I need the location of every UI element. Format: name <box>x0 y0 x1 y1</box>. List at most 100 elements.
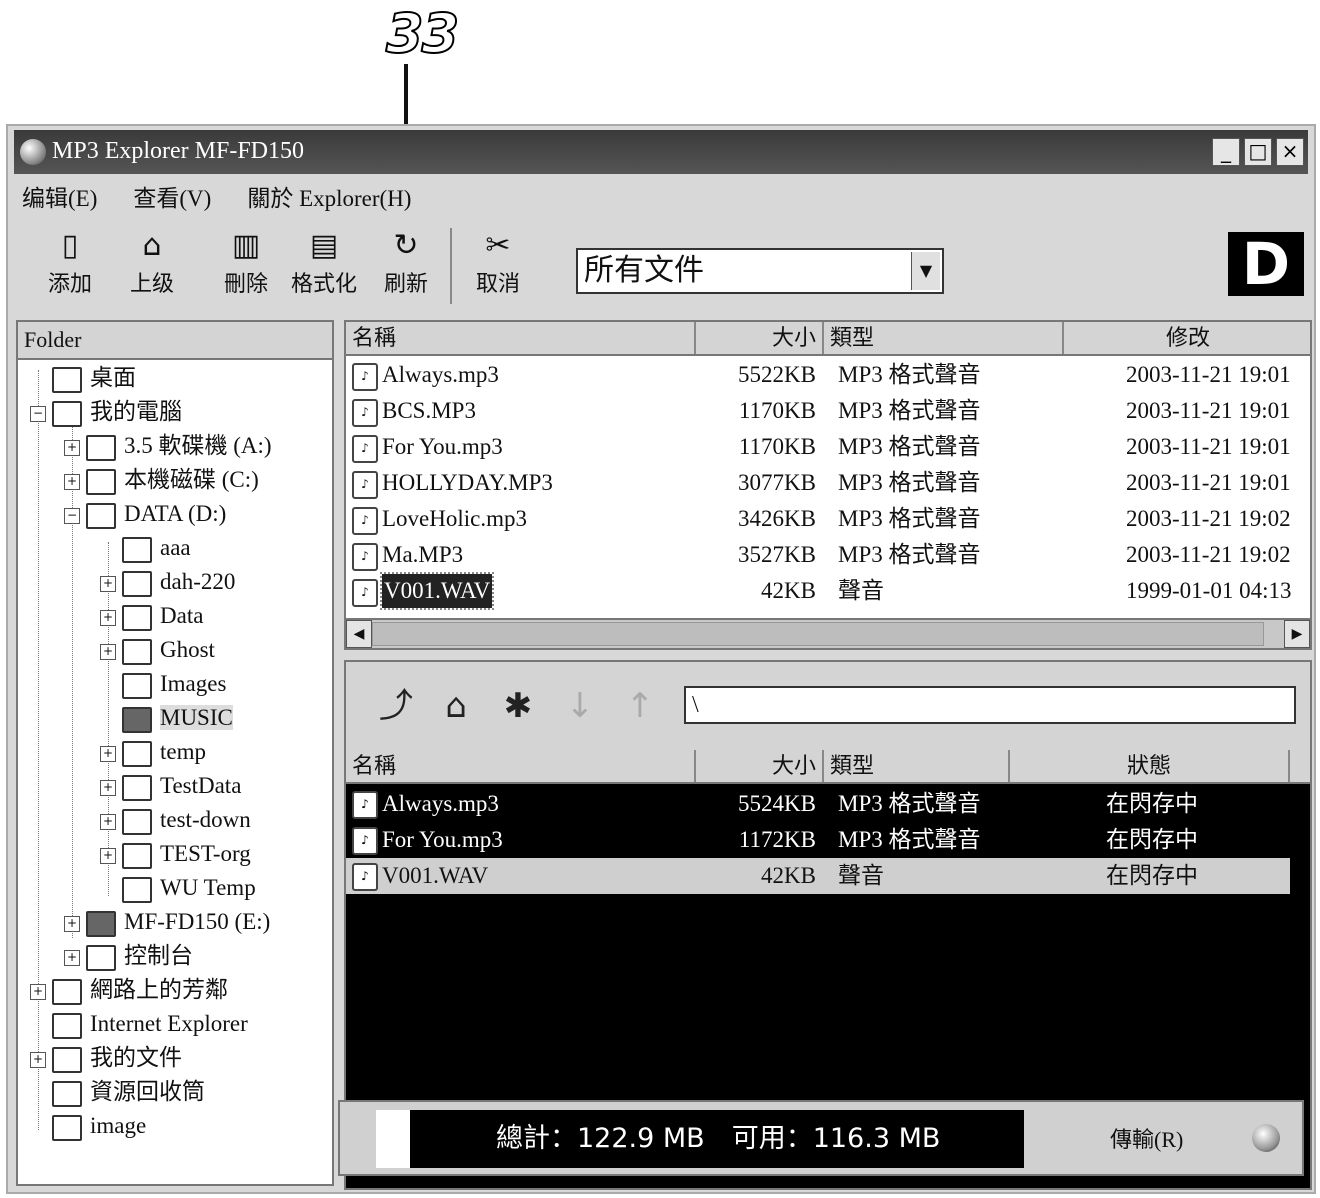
column-size[interactable]: 大小 <box>696 322 824 354</box>
expand-icon[interactable]: + <box>64 915 80 932</box>
audio-file-icon: ♪ <box>352 435 378 463</box>
expand-icon[interactable]: + <box>100 575 116 592</box>
tree-item-recycle-bin[interactable]: 資源回收筒 <box>52 1076 205 1108</box>
up-button[interactable]: ⌂ 上级 <box>114 228 190 308</box>
toolbar: ▯ 添加 ⌂ 上级 ▥ 刪除 ▤ 格式化 ↻ 刷新 ✂ 取消 所有文件 ▼ D <box>18 218 1308 314</box>
file-type: MP3 格式聲音 <box>838 362 981 387</box>
tree-item-ghost[interactable]: + Ghost <box>100 634 215 666</box>
drive-icon <box>86 502 116 529</box>
format-button[interactable]: ▤ 格式化 <box>286 228 362 308</box>
transfer-button[interactable]: 傳輸(R) <box>1110 1122 1183 1154</box>
network-icon <box>52 978 82 1005</box>
move-up-icon[interactable]: ↑ <box>618 684 662 728</box>
expand-icon[interactable]: + <box>30 1051 46 1068</box>
status-led-icon <box>1252 1124 1280 1152</box>
column-type[interactable]: 類型 <box>824 750 1010 782</box>
scroll-thumb[interactable] <box>372 622 1264 646</box>
expand-icon[interactable]: + <box>64 949 80 966</box>
tree-item-label: MF-FD150 (E:) <box>124 909 271 934</box>
horizontal-scrollbar[interactable]: ◀ ▶ <box>346 618 1310 648</box>
tree-item-temp[interactable]: + temp <box>100 736 206 768</box>
file-row[interactable]: ♪ BCS.MP3 1170KB MP3 格式聲音 2003-11-21 19:01 <box>346 394 1310 428</box>
file-row-selected[interactable]: ♪ V001.WAV 42KB 聲音 1999-01-01 04:13 <box>346 572 1310 610</box>
tree-item-floppy[interactable]: +3.5 軟碟機 (A:) <box>64 430 272 462</box>
tree-item-test-org[interactable]: + TEST-org <box>100 838 251 870</box>
minimize-button[interactable]: _ <box>1212 138 1240 166</box>
file-row[interactable]: ♪ HOLLYDAY.MP3 3077KB MP3 格式聲音 2003-11-21 19… <box>346 466 1310 500</box>
expand-icon[interactable]: + <box>30 983 46 1000</box>
menu-about[interactable]: 關於 Explorer(H) <box>243 179 415 213</box>
new-folder-icon[interactable]: ✱ <box>496 684 540 728</box>
tree-item-label: 本機磁碟 (C:) <box>124 467 259 492</box>
tree-item-image[interactable]: image <box>52 1110 146 1142</box>
audio-file-icon: ♪ <box>352 863 378 891</box>
tree-item-my-documents[interactable]: + 我的文件 <box>30 1042 182 1074</box>
tree-item-aaa[interactable]: aaa <box>122 532 191 564</box>
file-row[interactable]: ♪ Ma.MP3 3527KB MP3 格式聲音 2003-11-21 19:02 <box>346 538 1310 572</box>
scroll-left-icon[interactable]: ◀ <box>346 620 372 648</box>
tree-item-testdata[interactable]: + TestData <box>100 770 241 802</box>
tree-item-network[interactable]: + 網路上的芳鄰 <box>30 974 228 1006</box>
tree-item-control-panel[interactable]: + 控制台 <box>64 940 193 972</box>
title-bar[interactable]: MP3 Explorer MF-FD150 _ □ × <box>14 130 1308 174</box>
device-file-row[interactable]: ♪ For You.mp3 1172KB MP3 格式聲音 在閃存中 <box>346 822 1290 858</box>
expand-icon[interactable]: + <box>100 779 116 796</box>
tree-item-drive-c[interactable]: + 本機磁碟 (C:) <box>64 464 259 496</box>
tree-item-my-computer[interactable]: − 我的電腦 <box>30 396 182 428</box>
tree-item-label: 桌面 <box>90 365 136 390</box>
delete-button[interactable]: ▥ 刪除 <box>208 228 284 308</box>
expand-icon[interactable]: + <box>64 473 80 490</box>
tree-item-dah-220[interactable]: + dah-220 <box>100 566 235 598</box>
tree-item-drive-d[interactable]: − DATA (D:) <box>64 498 226 530</box>
file-row[interactable]: ♪ Always.mp3 5522KB MP3 格式聲音 2003-11-21 19:0… <box>346 358 1310 392</box>
maximize-button[interactable]: □ <box>1244 138 1272 166</box>
tree-item-label: TEST-org <box>160 841 251 866</box>
file-type: MP3 格式聲音 <box>838 506 981 531</box>
file-type-select[interactable]: 所有文件 ▼ <box>576 248 944 294</box>
expand-icon[interactable]: + <box>100 847 116 864</box>
chevron-down-icon[interactable]: ▼ <box>911 252 940 290</box>
scroll-right-icon[interactable]: ▶ <box>1284 620 1310 648</box>
expand-icon[interactable]: + <box>100 643 116 660</box>
add-button[interactable]: ▯ 添加 <box>32 228 108 308</box>
home-icon[interactable]: ⌂ <box>434 684 478 728</box>
cancel-button[interactable]: ✂ 取消 <box>460 228 536 308</box>
tree-item-test-down[interactable]: + test-down <box>100 804 251 836</box>
tree-item-drive-e[interactable]: + MF-FD150 (E:) <box>64 906 270 938</box>
parent-folder-icon[interactable]: ⤴ <box>374 684 418 728</box>
file-status: 在閃存中 <box>1106 791 1198 816</box>
tree-item-data[interactable]: + Data <box>100 600 203 632</box>
refresh-button[interactable]: ↻ 刷新 <box>368 228 444 308</box>
column-type[interactable]: 類型 <box>824 322 1064 354</box>
folder-icon <box>122 842 152 869</box>
tree-item-wu-temp[interactable]: WU Temp <box>122 872 256 904</box>
device-file-row[interactable]: ♪ Always.mp3 5524KB MP3 格式聲音 在閃存中 <box>346 786 1290 822</box>
file-modified: 1999-01-01 04:13 <box>1126 578 1292 603</box>
desktop-icon <box>52 366 82 393</box>
tree-item-internet-explorer[interactable]: Internet Explorer <box>52 1008 248 1040</box>
column-modified[interactable]: 修改 <box>1064 322 1310 354</box>
collapse-icon[interactable]: − <box>64 507 80 524</box>
tree-item-music[interactable]: MUSIC <box>122 702 233 734</box>
file-modified: 2003-11-21 19:01 <box>1126 434 1291 459</box>
expand-icon[interactable]: + <box>100 745 116 762</box>
column-size[interactable]: 大小 <box>696 750 824 782</box>
close-button[interactable]: × <box>1276 138 1304 166</box>
menu-view[interactable]: 查看(V) <box>129 179 215 213</box>
expand-icon[interactable]: + <box>64 439 80 456</box>
column-name[interactable]: 名稱 <box>346 322 696 354</box>
column-status[interactable]: 狀態 <box>1010 750 1290 782</box>
file-row[interactable]: ♪ LoveHolic.mp3 3426KB MP3 格式聲音 2003-11-21 1… <box>346 502 1310 536</box>
tree-item-images[interactable]: Images <box>122 668 226 700</box>
expand-icon[interactable]: + <box>100 609 116 626</box>
device-file-row-selected[interactable]: ♪ V001.WAV 42KB 聲音 在閃存中 <box>346 858 1290 894</box>
collapse-icon[interactable]: − <box>30 405 46 422</box>
move-down-icon[interactable]: ↓ <box>558 684 602 728</box>
device-path-input[interactable]: \ <box>684 686 1296 724</box>
tree-item-desktop[interactable]: 桌面 <box>52 362 136 394</box>
tree-item-label: 網路上的芳鄰 <box>90 977 228 1002</box>
expand-icon[interactable]: + <box>100 813 116 830</box>
menu-edit[interactable]: 编辑(E) <box>18 179 101 213</box>
column-name[interactable]: 名稱 <box>346 750 696 782</box>
file-row[interactable]: ♪ For You.mp3 1170KB MP3 格式聲音 2003-11-21 19:… <box>346 430 1310 464</box>
